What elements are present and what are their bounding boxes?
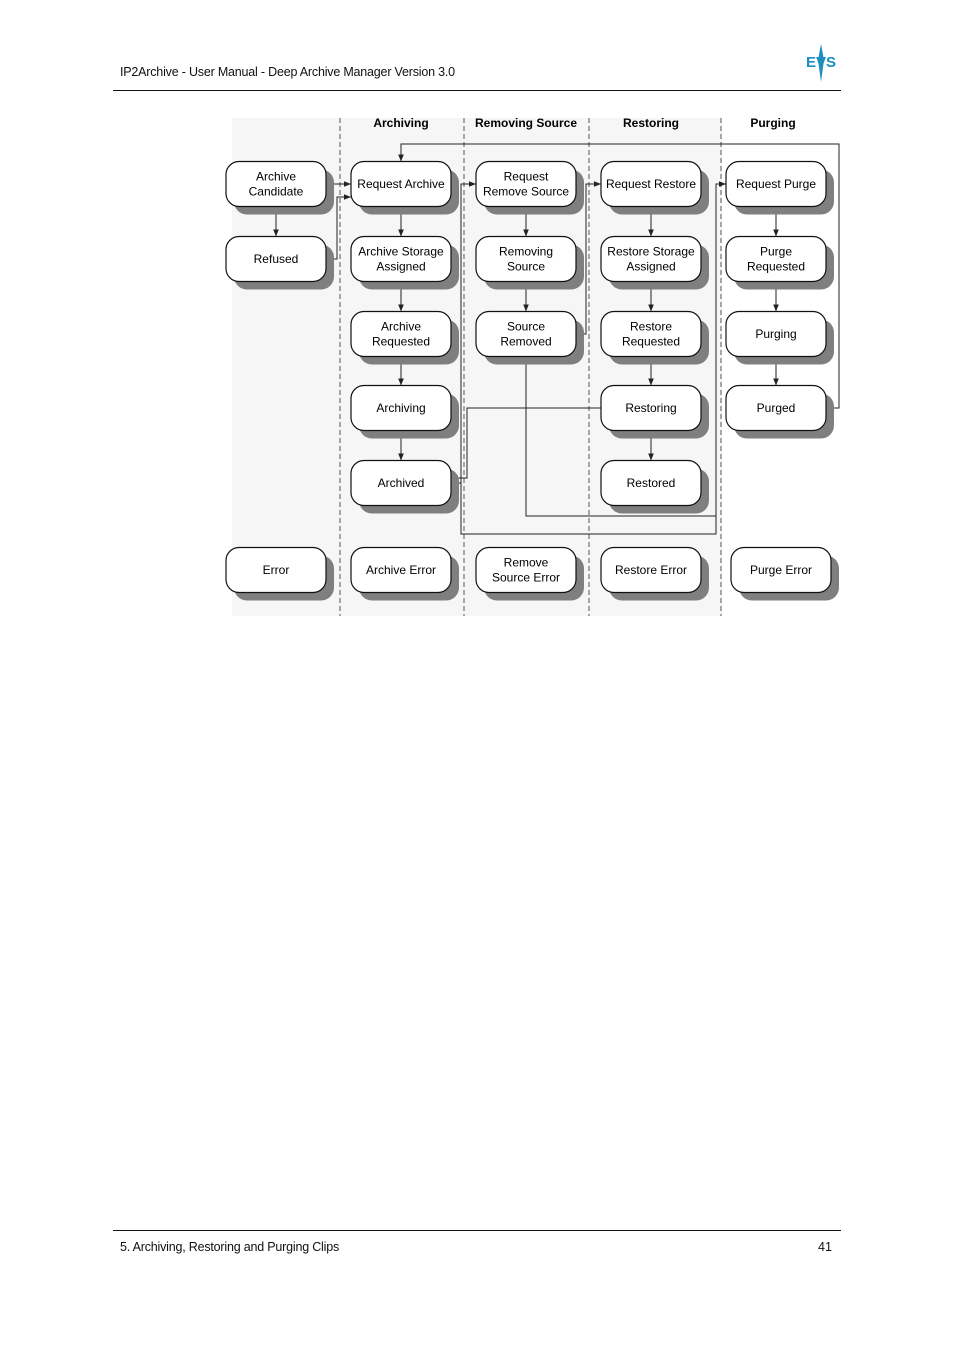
state-label: Restoring: [625, 401, 676, 415]
state-label: Requested: [372, 335, 430, 349]
state-archive-requested: ArchiveRequested: [350, 310, 459, 365]
state-label: Request Restore: [606, 177, 696, 191]
state-purge-requested: PurgeRequested: [725, 235, 834, 290]
lane-title-archiving: Archiving: [373, 116, 428, 130]
state-label: Request: [504, 170, 549, 184]
state-label: Remove Source: [483, 185, 569, 199]
state-label: Restore Error: [615, 563, 687, 577]
state-label: Removed: [500, 335, 551, 349]
state-purging: Purging: [725, 310, 834, 365]
state-label: Archive: [381, 320, 421, 334]
state-error: Error: [225, 546, 334, 601]
state-label: Remove: [504, 556, 549, 570]
lane-title-purging: Purging: [750, 116, 795, 130]
state-label: Restore: [630, 320, 672, 334]
state-label: Archive Error: [366, 563, 436, 577]
state-restore-requested: RestoreRequested: [600, 310, 709, 365]
state-restore-storage-assigned: Restore StorageAssigned: [600, 235, 709, 290]
state-archive-candidate: ArchiveCandidate: [225, 160, 334, 215]
page-number: 41: [818, 1240, 832, 1254]
state-label: Purging: [755, 327, 796, 341]
state-label: Archived: [378, 476, 425, 490]
state-diagram: Archiving Removing Source Restoring Purging…: [225, 116, 840, 616]
state-label: Request Purge: [736, 177, 816, 191]
state-restoring: Restoring: [600, 384, 709, 439]
state-label: Error: [263, 563, 290, 577]
state-archive-error: Archive Error: [350, 546, 459, 601]
state-label: Purge: [760, 245, 792, 259]
state-label: Restored: [627, 476, 676, 490]
state-label: Source Error: [492, 571, 560, 585]
state-purge-error: Purge Error: [730, 546, 839, 601]
state-label: Candidate: [249, 185, 304, 199]
state-label: Removing: [499, 245, 553, 259]
state-request-remove-source: RequestRemove Source: [475, 160, 584, 215]
state-label: Refused: [254, 252, 299, 266]
state-label: Source: [507, 320, 545, 334]
state-label: Purge Error: [750, 563, 812, 577]
state-restore-error: Restore Error: [600, 546, 709, 601]
state-label: Restore Storage: [607, 245, 695, 259]
state-label: Requested: [622, 335, 680, 349]
state-purged: Purged: [725, 384, 834, 439]
state-refused: Refused: [225, 235, 334, 290]
state-archive-storage-assigned: Archive StorageAssigned: [350, 235, 459, 290]
state-archived: Archived: [350, 459, 459, 514]
state-removing-source: RemovingSource: [475, 235, 584, 290]
state-label: Requested: [747, 260, 805, 274]
state-label: Purged: [757, 401, 796, 415]
state-label: Source: [507, 260, 545, 274]
state-label: Archive Storage: [358, 245, 444, 259]
state-restored: Restored: [600, 459, 709, 514]
state-request-archive: Request Archive: [350, 160, 459, 215]
state-request-restore: Request Restore: [600, 160, 709, 215]
lane-title-removing: Removing Source: [475, 116, 577, 130]
state-label: Archive: [256, 170, 296, 184]
footer-rule: [113, 1230, 841, 1231]
state-request-purge: Request Purge: [725, 160, 834, 215]
state-label: Assigned: [376, 260, 425, 274]
footer-chapter: 5. Archiving, Restoring and Purging Clip…: [120, 1240, 340, 1254]
state-archiving: Archiving: [350, 384, 459, 439]
state-remove-source-error: RemoveSource Error: [475, 546, 584, 601]
state-label: Archiving: [376, 401, 425, 415]
state-source-removed: SourceRemoved: [475, 310, 584, 365]
state-label: Assigned: [626, 260, 675, 274]
lane-title-restoring: Restoring: [623, 116, 679, 130]
state-label: Request Archive: [357, 177, 445, 191]
